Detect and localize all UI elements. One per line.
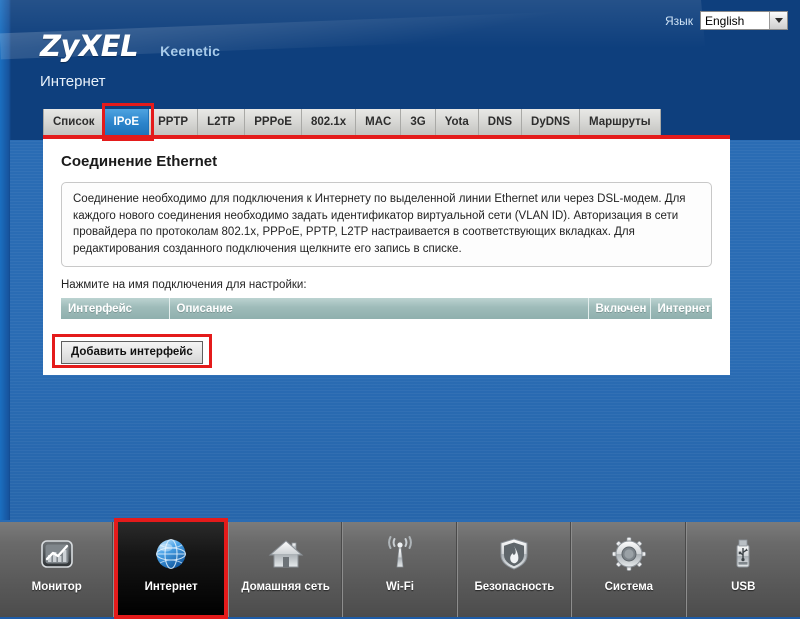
tab-label: MAC [365, 116, 392, 128]
tab-bar[interactable]: Список IPoE PPTP L2TP PPPoE 802.1x MAC 3G Yota DN… [43, 109, 661, 135]
tab-label: DyDNS [531, 116, 571, 128]
button-row: Добавить интерфейс [52, 334, 712, 368]
wifi-antenna-icon [388, 536, 412, 568]
model-name: Keenetic [160, 43, 221, 59]
tab-label: DNS [487, 116, 513, 128]
tab-pppoe[interactable]: PPPoE [245, 109, 302, 135]
column-header-description[interactable]: Описание [169, 298, 589, 319]
tab-label: L2TP [207, 116, 236, 128]
tab-label: IPoE [113, 116, 140, 128]
tab-label: Список [53, 116, 95, 128]
nav-item-globe[interactable]: Интернет [114, 518, 229, 619]
interfaces-table: Интерфейс Описание Включен Интернет [61, 298, 712, 319]
table-hint: Нажмите на имя подключения для настройки… [61, 279, 307, 291]
info-description-box: Соединение необходимо для подключения к … [61, 182, 712, 267]
nav-item-usb-drive[interactable]: USB [687, 522, 800, 617]
language-label: Язык [664, 13, 693, 28]
column-header-internet[interactable]: Интернет [650, 298, 712, 319]
tab-ipoe[interactable]: IPoE [104, 109, 150, 135]
tab-802-1x[interactable]: 802.1x [301, 109, 357, 135]
tab-label: 802.1x [310, 116, 347, 128]
tab-маршруты[interactable]: Маршруты [580, 109, 661, 135]
column-header-interface[interactable]: Интерфейс [61, 298, 170, 319]
tab-3g[interactable]: 3G [401, 109, 436, 135]
nav-item-label: USB [731, 581, 756, 593]
language-selector[interactable]: Язык English [665, 11, 788, 30]
page-title: Интернет [40, 73, 106, 90]
nav-item-label: Интернет [144, 581, 198, 593]
add-interface-button[interactable]: Добавить интерфейс [61, 341, 203, 364]
bottom-navigation[interactable]: Монитор Интернет Домашняя сеть Wi-Fi Безопас… [0, 518, 800, 619]
tab-label: Маршруты [589, 116, 651, 128]
content-panel: Соединение Ethernet Соединение необходим… [43, 138, 730, 375]
nav-item-gear[interactable]: Система [572, 522, 687, 617]
chevron-down-icon[interactable] [769, 12, 787, 29]
tab-pptp[interactable]: PPTP [149, 109, 199, 135]
nav-item-label: Wi-Fi [385, 581, 414, 593]
chart-monitor-icon [40, 540, 73, 568]
nav-item-label: Монитор [31, 581, 82, 593]
nav-item-label: Система [604, 581, 654, 593]
globe-icon [156, 538, 187, 570]
tab-mac[interactable]: MAC [356, 109, 402, 135]
section-title: Соединение Ethernet [61, 153, 218, 170]
nav-item-chart-monitor[interactable]: Монитор [0, 522, 115, 617]
brand: ZyXEL Keenetic [40, 29, 220, 63]
table-header-row: Интерфейс Описание Включен Интернет [61, 298, 712, 319]
tab-label: PPPoE [254, 116, 292, 128]
tab-label: 3G [410, 116, 426, 128]
tab-dydns[interactable]: DyDNS [522, 109, 581, 135]
tab-список[interactable]: Список [43, 109, 105, 135]
tab-l2tp[interactable]: L2TP [198, 109, 246, 135]
tab-dns[interactable]: DNS [478, 109, 523, 135]
gear-icon [612, 537, 646, 571]
nav-item-house[interactable]: Домашняя сеть [229, 522, 344, 617]
zyxel-logo: ZyXEL [40, 29, 139, 63]
tab-label: PPTP [158, 116, 189, 128]
nav-item-shield-flame[interactable]: Безопасность [458, 522, 573, 617]
shield-flame-icon [500, 538, 528, 570]
nav-item-wifi-antenna[interactable]: Wi-Fi [343, 522, 458, 617]
tab-underline-annotation [43, 135, 730, 139]
tab-label: Yota [444, 116, 469, 128]
column-header-enabled[interactable]: Включен [588, 298, 651, 319]
usb-drive-icon [736, 539, 750, 568]
nav-item-label: Домашняя сеть [241, 581, 330, 593]
tab-yota[interactable]: Yota [435, 109, 479, 135]
nav-item-label: Безопасность [474, 581, 555, 593]
language-dropdown[interactable]: English [700, 11, 788, 30]
house-icon [268, 540, 303, 568]
language-selected-value: English [705, 14, 745, 28]
router-web-interface: Язык English ZyXEL Keenetic Интернет Спи… [0, 0, 800, 619]
